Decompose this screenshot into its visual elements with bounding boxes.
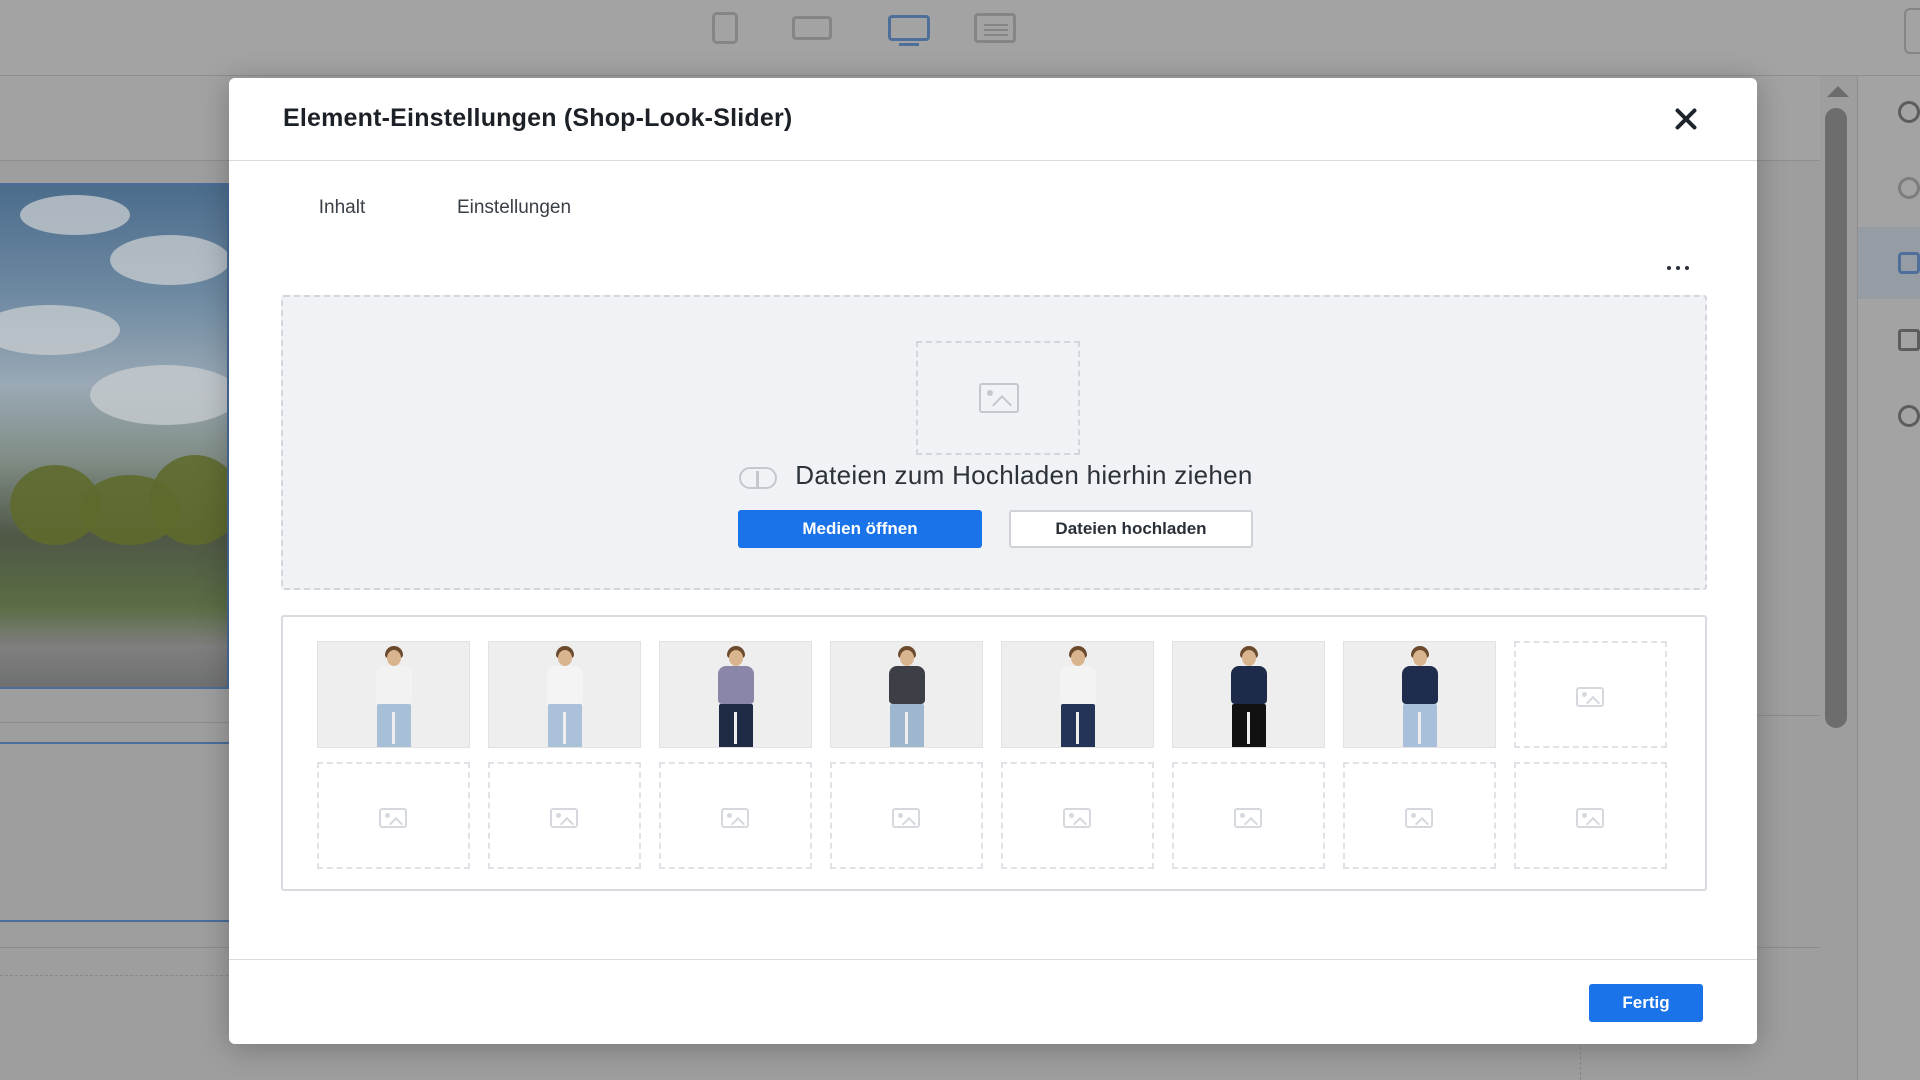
phone-preview-icon[interactable]: [1904, 8, 1920, 54]
empty-image-slot[interactable]: [1514, 762, 1667, 869]
image-placeholder-icon: [979, 383, 1019, 413]
edit-icon: [1898, 252, 1920, 274]
canvas-divider: [0, 722, 229, 723]
empty-image-slot[interactable]: [488, 762, 641, 869]
mobile-view-icon[interactable]: [712, 12, 738, 44]
layers-icon: [1898, 329, 1920, 351]
product-image: [831, 642, 982, 747]
gallery-image-thumb[interactable]: [317, 641, 470, 748]
dialog-header: Element-Einstellungen (Shop-Look-Slider): [229, 78, 1757, 161]
image-grid: [317, 641, 1667, 869]
image-placeholder-icon: [1234, 808, 1262, 828]
empty-image-slot[interactable]: [659, 762, 812, 869]
gear-icon: [1898, 101, 1920, 123]
empty-image-slot[interactable]: [1172, 762, 1325, 869]
gallery-image-thumb[interactable]: [659, 641, 812, 748]
toolbar-layers[interactable]: [1858, 304, 1920, 376]
image-placeholder-icon: [892, 808, 920, 828]
upload-files-button[interactable]: Dateien hochladen: [1009, 510, 1253, 548]
gallery-image-thumb[interactable]: [1001, 641, 1154, 748]
list-view-icon[interactable]: [974, 13, 1016, 43]
open-media-button[interactable]: Medien öffnen: [738, 510, 982, 548]
more-options-icon[interactable]: [1665, 261, 1695, 275]
media-placeholder: [916, 341, 1080, 455]
desktop-view-icon[interactable]: [888, 15, 930, 46]
cloud-upload-icon: [739, 463, 778, 489]
dropzone-text: Dateien zum Hochladen hierhin ziehen: [795, 460, 1253, 490]
plus-circle-icon: [1898, 177, 1920, 199]
image-placeholder-icon: [379, 808, 407, 828]
product-image: [489, 642, 640, 747]
dropzone-hint: Dateien zum Hochladen hierhin ziehen: [283, 460, 1709, 500]
editor-scrollbar[interactable]: [1823, 84, 1851, 1080]
product-image: [318, 642, 469, 747]
product-image: [1173, 642, 1324, 747]
product-image: [1344, 642, 1495, 747]
tablet-view-icon[interactable]: [792, 16, 832, 40]
canvas-selection-line: [0, 920, 229, 922]
empty-image-slot[interactable]: [1001, 762, 1154, 869]
toolbar-add[interactable]: [1858, 152, 1920, 224]
done-button[interactable]: Fertig: [1589, 984, 1703, 1022]
canvas-selection-line: [0, 742, 229, 744]
gallery-image-thumb[interactable]: [1343, 641, 1496, 748]
upload-dropzone[interactable]: Dateien zum Hochladen hierhin ziehen Med…: [281, 295, 1707, 590]
scrollbar-thumb[interactable]: [1825, 108, 1847, 728]
image-placeholder-icon: [721, 808, 749, 828]
gallery-image-thumb[interactable]: [1172, 641, 1325, 748]
product-image: [1002, 642, 1153, 747]
tab-inhalt[interactable]: Inhalt: [281, 197, 403, 237]
image-placeholder-icon: [1576, 687, 1604, 707]
gallery-image-thumb[interactable]: [830, 641, 983, 748]
element-settings-dialog: Element-Einstellungen (Shop-Look-Slider)…: [229, 78, 1757, 1044]
scroll-up-arrow-icon[interactable]: [1827, 86, 1849, 97]
close-icon[interactable]: [1669, 102, 1703, 136]
tab-einstellungen[interactable]: Einstellungen: [431, 197, 597, 237]
editor-right-toolbar: [1857, 76, 1920, 1080]
toolbar-edit[interactable]: [1858, 227, 1920, 299]
dialog-title: Element-Einstellungen (Shop-Look-Slider): [283, 104, 793, 132]
dialog-footer: Fertig: [229, 959, 1757, 1044]
editor-topbar: [0, 0, 1920, 76]
canvas-divider: [1757, 715, 1820, 716]
image-placeholder-icon: [1405, 808, 1433, 828]
toolbar-settings[interactable]: [1858, 76, 1920, 148]
toolbar-share[interactable]: [1858, 380, 1920, 452]
empty-image-slot[interactable]: [1514, 641, 1667, 748]
empty-image-slot[interactable]: [830, 762, 983, 869]
background-hero-image: [0, 183, 229, 689]
image-placeholder-icon: [1576, 808, 1604, 828]
image-placeholder-icon: [1063, 808, 1091, 828]
product-image: [660, 642, 811, 747]
image-gallery: [281, 615, 1707, 891]
device-switcher: [712, 12, 1016, 46]
image-placeholder-icon: [550, 808, 578, 828]
empty-image-slot[interactable]: [317, 762, 470, 869]
share-icon: [1898, 405, 1920, 427]
empty-image-slot[interactable]: [1343, 762, 1496, 869]
gallery-image-thumb[interactable]: [488, 641, 641, 748]
